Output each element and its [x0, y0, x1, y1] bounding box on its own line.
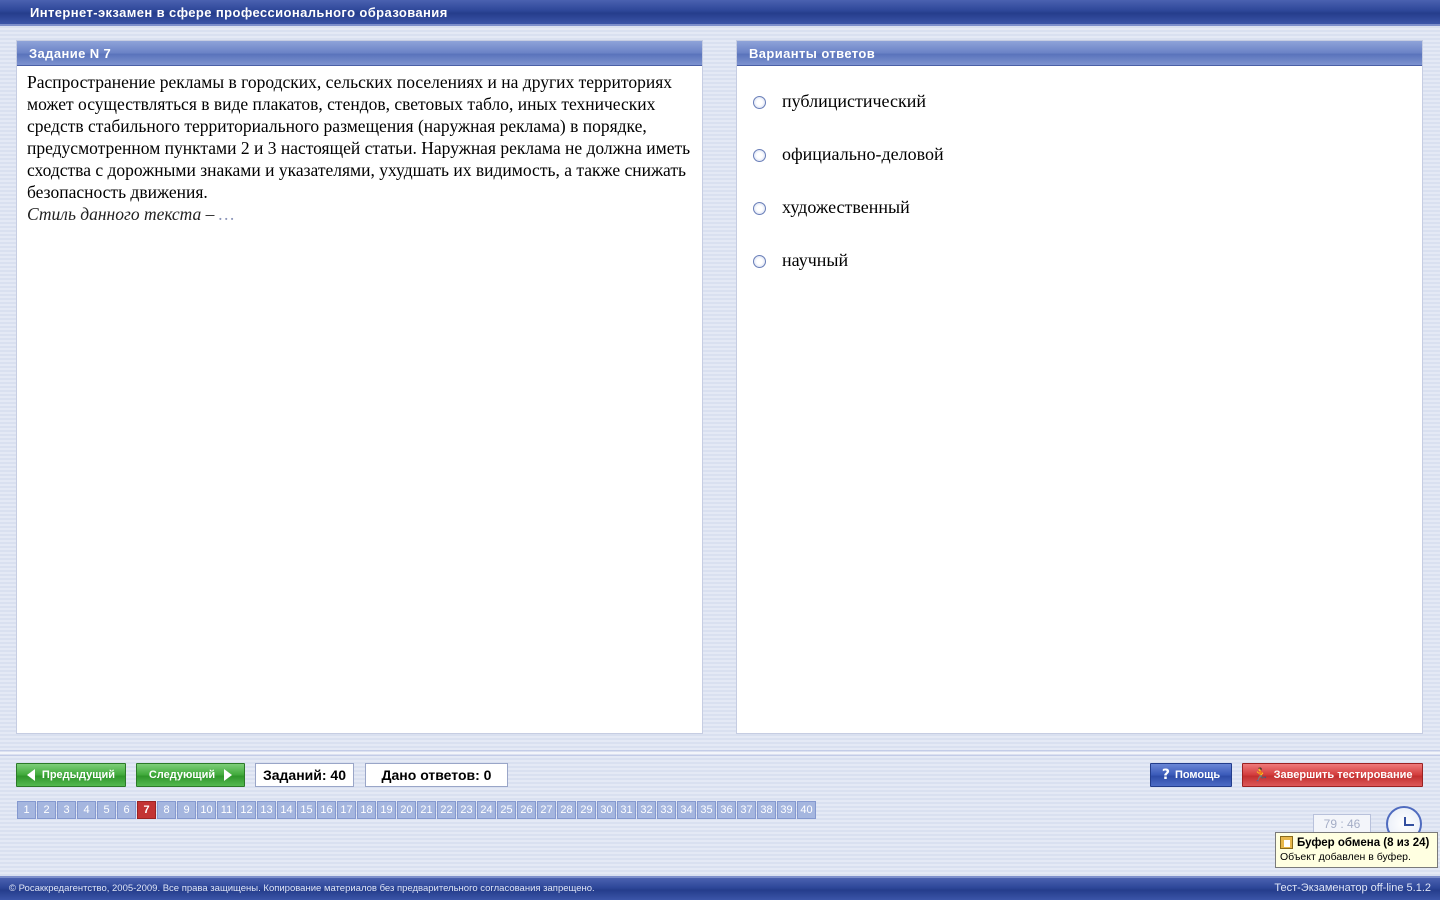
nav-question-33[interactable]: 33	[657, 801, 676, 819]
previous-label: Предыдущий	[41, 769, 116, 781]
nav-question-5[interactable]: 5	[97, 801, 116, 819]
nav-question-15[interactable]: 15	[297, 801, 316, 819]
nav-question-23[interactable]: 23	[457, 801, 476, 819]
title-bar: Интернет-экзамен в сфере профессионально…	[0, 0, 1440, 26]
nav-question-14[interactable]: 14	[277, 801, 296, 819]
radio-button[interactable]	[753, 255, 766, 268]
question-prompt-text: Стиль данного текста –	[27, 204, 219, 224]
nav-question-38[interactable]: 38	[757, 801, 776, 819]
nav-question-36[interactable]: 36	[717, 801, 736, 819]
answer-label: научный	[782, 250, 849, 270]
question-mark-icon: ?	[1161, 767, 1170, 783]
help-label: Помощь	[1174, 769, 1221, 781]
answers-panel: Варианты ответов публицистический официа…	[736, 40, 1423, 734]
nav-question-7[interactable]: 7	[137, 801, 156, 819]
footer-bar: © Росаккредагентство, 2005-2009. Все пра…	[0, 876, 1440, 900]
nav-question-31[interactable]: 31	[617, 801, 636, 819]
nav-question-1[interactable]: 1	[17, 801, 36, 819]
nav-question-21[interactable]: 21	[417, 801, 436, 819]
radio-button[interactable]	[753, 202, 766, 215]
tooltip-title-row: Буфер обмена (8 из 24)	[1280, 836, 1433, 849]
question-prompt-ellipsis: …	[218, 204, 235, 224]
version-text: Тест-Экзаменатор off-line 5.1.2	[1274, 882, 1431, 894]
tooltip-title: Буфер обмена (8 из 24)	[1297, 836, 1430, 849]
next-label: Следующий	[148, 769, 216, 781]
task-header: Задание N 7	[17, 41, 702, 66]
nav-question-2[interactable]: 2	[37, 801, 56, 819]
nav-question-19[interactable]: 19	[377, 801, 396, 819]
previous-button[interactable]: Предыдущий	[16, 763, 126, 787]
nav-question-35[interactable]: 35	[697, 801, 716, 819]
answer-option-1[interactable]: публицистический	[737, 90, 1422, 143]
copyright-text: © Росаккредагентство, 2005-2009. Все пра…	[9, 883, 595, 894]
nav-question-40[interactable]: 40	[797, 801, 816, 819]
answer-label: публицистический	[782, 91, 926, 111]
nav-question-29[interactable]: 29	[577, 801, 596, 819]
nav-question-22[interactable]: 22	[437, 801, 456, 819]
radio-button[interactable]	[753, 96, 766, 109]
finish-testing-button[interactable]: 🏃 Завершить тестирование	[1242, 763, 1423, 787]
nav-question-24[interactable]: 24	[477, 801, 496, 819]
timer-display: 79 : 46	[1313, 814, 1371, 834]
nav-question-32[interactable]: 32	[637, 801, 656, 819]
answers-given-counter: Дано ответов: 0	[365, 763, 508, 787]
finish-label: Завершить тестирование	[1273, 769, 1413, 781]
nav-question-28[interactable]: 28	[557, 801, 576, 819]
answer-label: художественный	[782, 197, 910, 217]
nav-question-20[interactable]: 20	[397, 801, 416, 819]
help-button[interactable]: ? Помощь	[1150, 763, 1232, 787]
question-text: Распространение рекламы в городских, сел…	[17, 66, 702, 225]
question-body: Распространение рекламы в городских, сел…	[27, 72, 691, 202]
nav-question-9[interactable]: 9	[177, 801, 196, 819]
question-navigation: 1 2 3 4 5 6 7 8 9 10 11 12 13 14 15 16 17 18 19 20 21 22 23 24 2…	[17, 801, 817, 819]
nav-question-4[interactable]: 4	[77, 801, 96, 819]
task-panel: Задание N 7 Распространение рекламы в го…	[16, 40, 703, 734]
nav-question-13[interactable]: 13	[257, 801, 276, 819]
question-prompt: Стиль данного текста – …	[27, 204, 234, 224]
nav-question-6[interactable]: 6	[117, 801, 136, 819]
radio-button[interactable]	[753, 149, 766, 162]
next-button[interactable]: Следующий	[136, 763, 245, 787]
total-tasks-counter: Заданий: 40	[255, 763, 354, 787]
arrow-right-icon	[224, 769, 233, 781]
bottom-divider	[0, 750, 1440, 756]
nav-question-16[interactable]: 16	[317, 801, 336, 819]
answer-label: официально-деловой	[782, 144, 944, 164]
nav-question-37[interactable]: 37	[737, 801, 756, 819]
nav-question-3[interactable]: 3	[57, 801, 76, 819]
running-man-icon: 🏃	[1252, 767, 1269, 782]
nav-question-25[interactable]: 25	[497, 801, 516, 819]
arrow-left-icon	[26, 769, 35, 781]
clock-minute-hand	[1405, 824, 1414, 826]
nav-question-39[interactable]: 39	[777, 801, 796, 819]
nav-question-12[interactable]: 12	[237, 801, 256, 819]
window-title: Интернет-экзамен в сфере профессионально…	[30, 5, 448, 20]
answer-option-2[interactable]: официально-деловой	[737, 143, 1422, 196]
nav-question-11[interactable]: 11	[217, 801, 236, 819]
clipboard-tooltip: Буфер обмена (8 из 24) Объект добавлен в…	[1275, 832, 1438, 868]
nav-question-17[interactable]: 17	[337, 801, 356, 819]
answer-option-3[interactable]: художественный	[737, 196, 1422, 249]
nav-question-8[interactable]: 8	[157, 801, 176, 819]
tooltip-body: Объект добавлен в буфер.	[1280, 851, 1411, 863]
nav-question-18[interactable]: 18	[357, 801, 376, 819]
clipboard-icon	[1280, 836, 1293, 849]
nav-question-27[interactable]: 27	[537, 801, 556, 819]
nav-question-26[interactable]: 26	[517, 801, 536, 819]
nav-question-10[interactable]: 10	[197, 801, 216, 819]
nav-question-30[interactable]: 30	[597, 801, 616, 819]
answer-option-4[interactable]: научный	[737, 249, 1422, 302]
answer-list: публицистический официально-деловой худо…	[737, 66, 1422, 302]
answers-header: Варианты ответов	[737, 41, 1422, 66]
nav-question-34[interactable]: 34	[677, 801, 696, 819]
